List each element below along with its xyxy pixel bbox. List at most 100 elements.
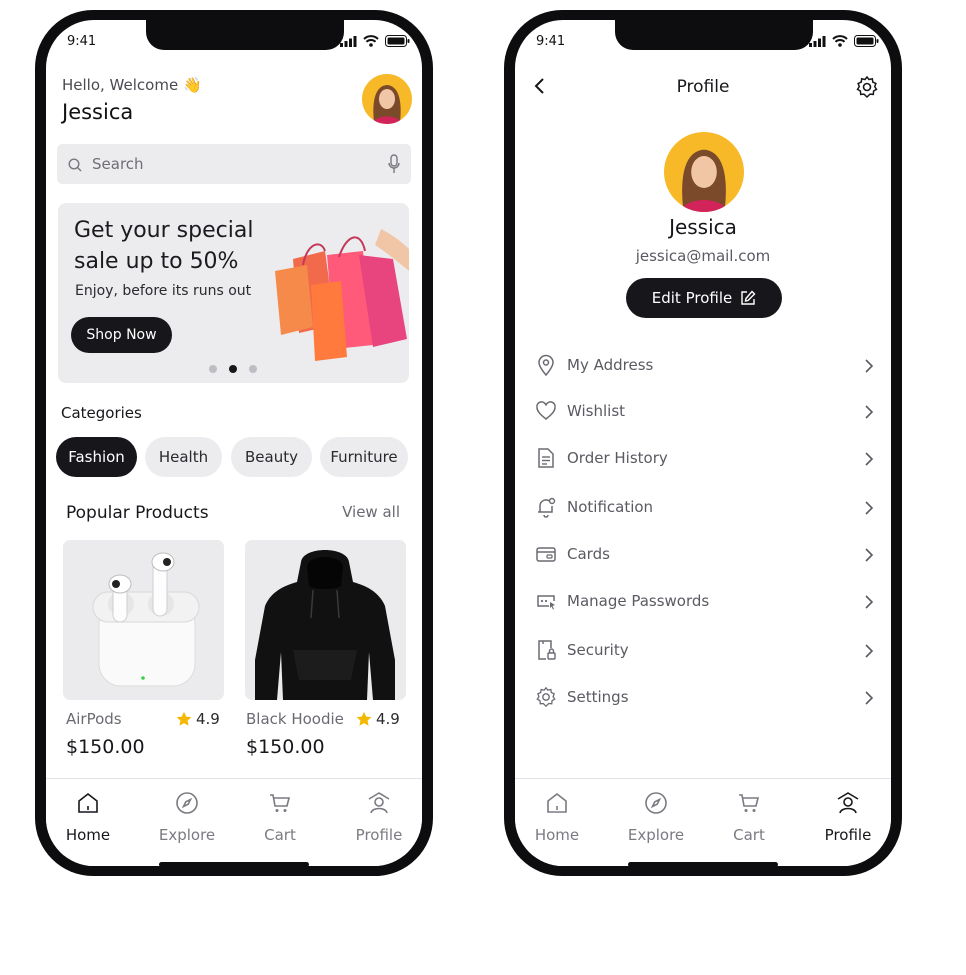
chevron-right-icon — [865, 644, 874, 658]
status-icons — [809, 35, 879, 47]
menu-label: Manage Passwords — [567, 592, 710, 610]
search-input[interactable]: Search — [92, 155, 144, 173]
product-card-hoodie[interactable] — [245, 540, 406, 700]
compass-icon — [176, 792, 198, 814]
category-chip-fashion[interactable]: Fashion — [56, 437, 137, 477]
tab-label: Profile — [824, 826, 872, 844]
menu-item-cards[interactable]: Cards — [535, 539, 879, 571]
category-chip-beauty[interactable]: Beauty — [231, 437, 312, 477]
product-rating: 4.9 — [356, 710, 400, 728]
microphone-icon[interactable] — [388, 154, 400, 174]
tab-cart[interactable]: Cart — [709, 779, 789, 853]
menu-item-notification[interactable]: Notification — [535, 492, 879, 524]
shop-now-button[interactable]: Shop Now — [71, 317, 172, 353]
menu-item-security[interactable]: Security — [535, 635, 879, 667]
security-icon — [538, 640, 556, 660]
cart-icon — [270, 794, 291, 812]
product-card-airpods[interactable] — [63, 540, 224, 700]
menu-item-manage-passwords[interactable]: Manage Passwords — [535, 586, 879, 618]
menu-label: Notification — [567, 498, 654, 516]
edit-profile-label: Edit Profile — [651, 289, 733, 307]
menu-item-my-address[interactable]: My Address — [535, 350, 879, 382]
tab-profile[interactable]: Profile — [339, 779, 419, 853]
airpods-image — [92, 552, 200, 687]
avatar-image — [680, 149, 728, 212]
home-screen: 9:41 Hello, Welcome 👋 Jessica Search Get… — [46, 20, 422, 866]
menu-label: Order History — [567, 449, 668, 467]
tab-label: Profile — [355, 826, 403, 844]
page-title: Profile — [676, 77, 730, 97]
edit-profile-button[interactable]: Edit Profile — [626, 278, 782, 318]
profile-avatar[interactable] — [664, 132, 744, 212]
tab-home[interactable]: Home — [48, 779, 128, 853]
product-name: Black Hoodie — [246, 710, 344, 728]
tab-explore[interactable]: Explore — [147, 779, 227, 853]
carousel-dot-active[interactable] — [229, 365, 237, 373]
carousel-dots — [209, 365, 257, 373]
carousel-dot[interactable] — [249, 365, 257, 373]
banner-title: Get your special sale up to 50% — [74, 218, 254, 274]
tab-label: Home — [65, 826, 111, 844]
profile-icon — [368, 792, 390, 814]
home-icon — [547, 792, 567, 813]
compass-icon — [645, 792, 667, 814]
edit-icon — [741, 290, 756, 305]
star-icon — [176, 711, 192, 726]
card-icon — [536, 547, 556, 562]
avatar[interactable] — [362, 74, 412, 124]
profile-email: jessica@mail.com — [635, 247, 771, 265]
tab-explore[interactable]: Explore — [616, 779, 696, 853]
rating-value: 4.9 — [376, 710, 400, 728]
tab-bar: Home Explore Cart Profile — [515, 778, 891, 866]
home-indicator — [159, 862, 309, 866]
home-indicator — [628, 862, 778, 866]
user-name: Jessica — [62, 100, 134, 124]
menu-item-order-history[interactable]: Order History — [535, 443, 879, 475]
tab-label: Cart — [264, 826, 296, 844]
menu-item-settings[interactable]: Settings — [535, 682, 879, 714]
tab-profile[interactable]: Profile — [808, 779, 888, 853]
view-all-link[interactable]: View all — [342, 503, 400, 521]
chevron-right-icon — [865, 452, 874, 466]
bell-icon — [538, 497, 556, 518]
tab-label: Explore — [627, 826, 685, 844]
wifi-icon — [363, 35, 379, 47]
menu-label: Security — [567, 641, 629, 659]
tab-cart[interactable]: Cart — [240, 779, 320, 853]
gear-icon — [536, 686, 556, 708]
search-bar[interactable]: Search — [57, 144, 411, 184]
avatar-image — [372, 85, 402, 124]
status-time: 9:41 — [536, 34, 566, 49]
popular-products-title: Popular Products — [66, 503, 209, 523]
tab-home[interactable]: Home — [517, 779, 597, 853]
tab-bar: Home Explore Cart Profile — [46, 778, 422, 866]
shopping-bags-image — [275, 229, 409, 361]
chevron-right-icon — [865, 359, 874, 373]
tab-label: Cart — [733, 826, 765, 844]
category-chip-health[interactable]: Health — [145, 437, 222, 477]
password-icon — [537, 595, 555, 610]
heart-icon — [536, 401, 556, 420]
category-chip-furniture[interactable]: Furniture — [320, 437, 408, 477]
menu-item-wishlist[interactable]: Wishlist — [535, 396, 879, 428]
profile-phone: 9:41 Profile Jessica jessica@mail.com Ed… — [504, 10, 902, 876]
menu-label: Settings — [567, 688, 629, 706]
chevron-right-icon — [865, 405, 874, 419]
banner-subtitle: Enjoy, before its runs out — [75, 283, 252, 299]
status-icons — [340, 35, 410, 47]
profile-name: Jessica — [669, 215, 737, 239]
product-name: AirPods — [66, 710, 122, 728]
promo-banner[interactable]: Get your special sale up to 50% Enjoy, b… — [58, 203, 409, 383]
carousel-dot[interactable] — [209, 365, 217, 373]
product-rating: 4.9 — [176, 710, 220, 728]
wifi-icon — [832, 35, 848, 47]
chevron-right-icon — [865, 595, 874, 609]
chevron-right-icon — [865, 548, 874, 562]
chevron-right-icon — [865, 691, 874, 705]
rating-value: 4.9 — [196, 710, 220, 728]
gear-icon[interactable] — [855, 75, 879, 99]
notch — [615, 20, 813, 50]
chevron-right-icon — [865, 501, 874, 515]
battery-icon — [385, 35, 410, 47]
categories-title: Categories — [61, 404, 142, 422]
